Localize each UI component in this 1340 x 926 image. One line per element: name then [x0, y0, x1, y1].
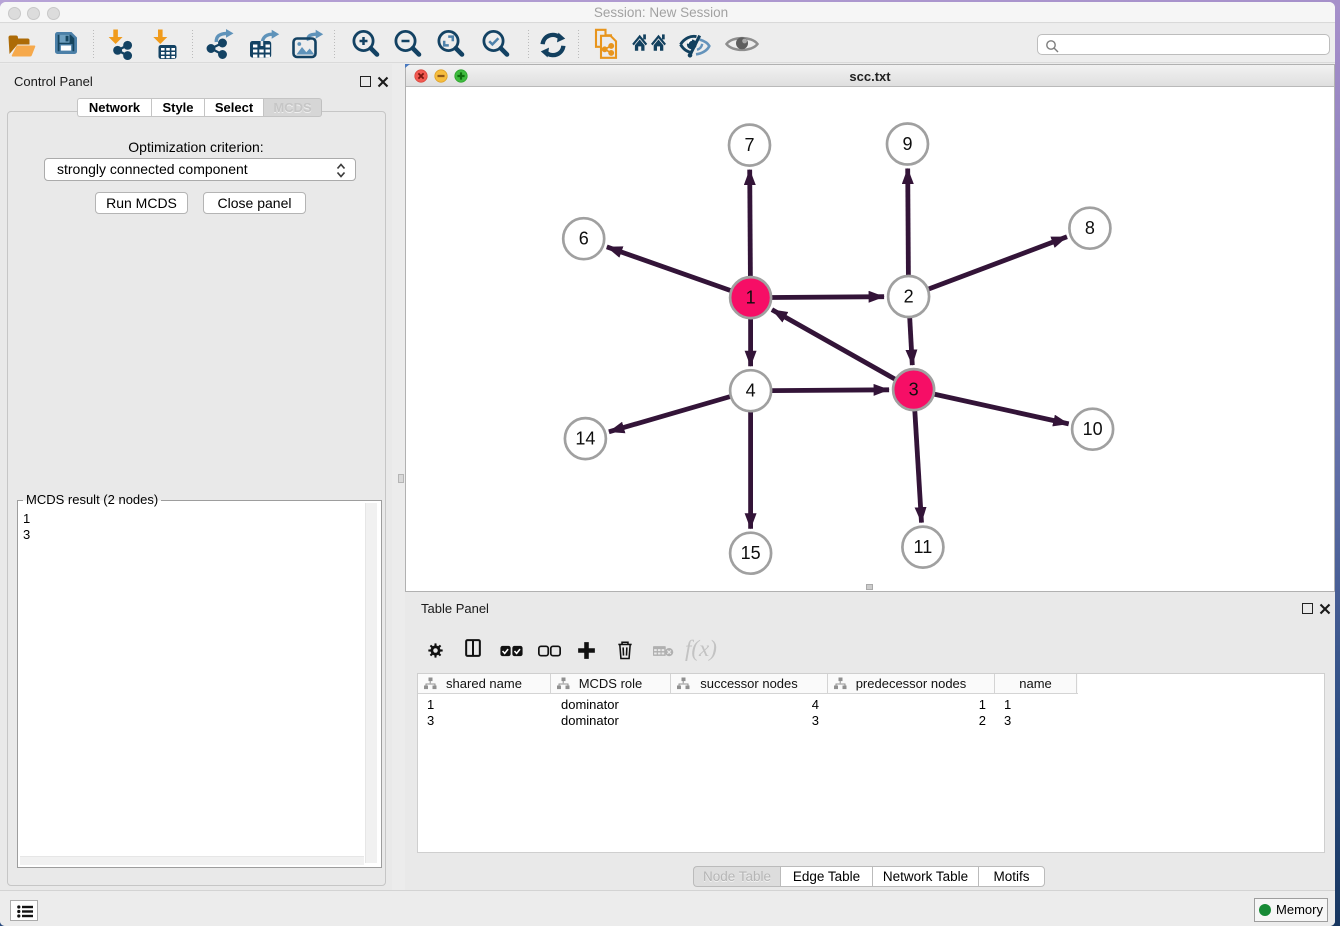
- svg-text:15: 15: [741, 543, 761, 563]
- svg-text:4: 4: [746, 381, 756, 401]
- svg-text:10: 10: [1083, 419, 1103, 439]
- svg-text:3: 3: [909, 380, 919, 400]
- svg-text:7: 7: [744, 135, 754, 155]
- svg-text:8: 8: [1085, 218, 1095, 238]
- svg-text:6: 6: [579, 229, 589, 249]
- svg-text:14: 14: [575, 429, 595, 449]
- svg-text:11: 11: [914, 537, 933, 557]
- svg-text:1: 1: [746, 288, 756, 308]
- svg-text:2: 2: [904, 287, 914, 307]
- svg-text:9: 9: [902, 134, 912, 154]
